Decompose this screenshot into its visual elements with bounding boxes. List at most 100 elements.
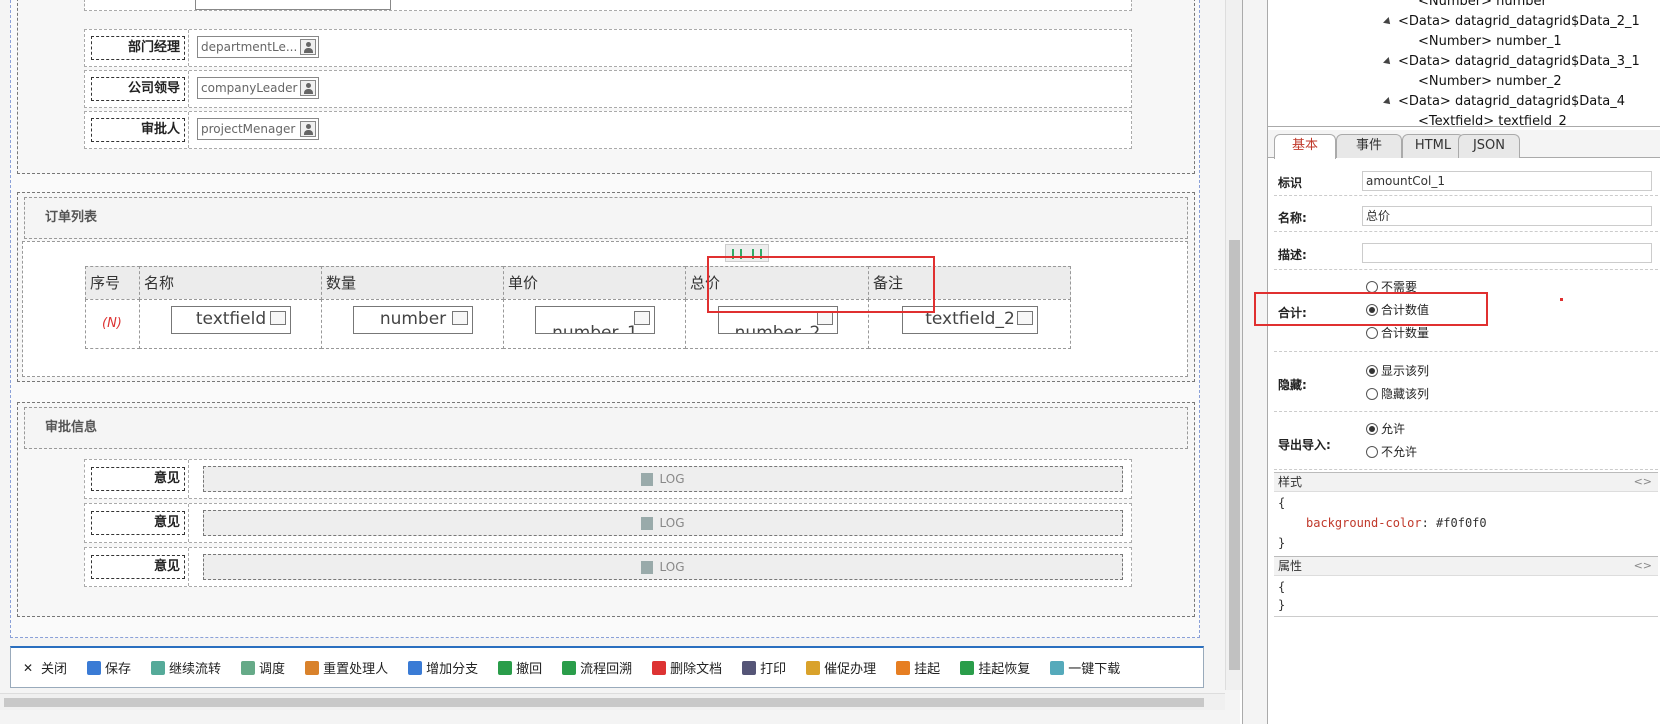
scroll-thumb[interactable] bbox=[1229, 240, 1240, 670]
tree-node-label: <Textfield> textfield_2 bbox=[1418, 114, 1567, 127]
radio-button[interactable] bbox=[1366, 446, 1378, 458]
radio-button[interactable] bbox=[1366, 365, 1378, 377]
log-field[interactable]: LOG bbox=[203, 510, 1123, 536]
prop-name-input[interactable]: 总价 bbox=[1362, 206, 1652, 226]
print-button[interactable]: 打印 bbox=[742, 658, 786, 677]
field-name: textfield bbox=[195, 309, 267, 329]
field-widget[interactable]: number_1 bbox=[535, 306, 655, 334]
close-button[interactable]: ✕ 关闭 bbox=[23, 658, 67, 678]
button-label: 打印 bbox=[760, 662, 787, 677]
style-box-header[interactable]: 样式 <> bbox=[1274, 472, 1658, 492]
urge-icon bbox=[806, 660, 821, 675]
column-header-label: 单价 bbox=[508, 274, 539, 292]
radio-option[interactable]: 合计数量 bbox=[1366, 324, 1429, 341]
dispatch-button[interactable]: 调度 bbox=[241, 658, 285, 677]
radio-option[interactable]: 显示该列 bbox=[1366, 362, 1429, 379]
prop-id-label: 标识 bbox=[1278, 176, 1303, 190]
radio-option[interactable]: 允许 bbox=[1366, 420, 1405, 437]
field-name: number_2 bbox=[734, 323, 821, 334]
radio-button[interactable] bbox=[1366, 388, 1378, 400]
field-type-icon bbox=[452, 311, 468, 325]
section-title: 审批信息 bbox=[45, 420, 98, 435]
attr-box-header[interactable]: 属性 <> bbox=[1274, 556, 1658, 576]
download-icon bbox=[1050, 660, 1065, 675]
radio-button[interactable] bbox=[1366, 423, 1378, 435]
log-field[interactable]: LOG bbox=[203, 466, 1123, 492]
partial-input[interactable] bbox=[195, 0, 391, 10]
tab-json[interactable]: JSON bbox=[1458, 134, 1520, 158]
field-widget[interactable]: number bbox=[353, 306, 473, 334]
radio-option[interactable]: 隐藏该列 bbox=[1366, 385, 1429, 402]
button-label: 挂起 bbox=[914, 662, 941, 677]
grid-cell[interactable]: (N) bbox=[85, 299, 140, 349]
grid-cell[interactable]: textfield bbox=[139, 299, 322, 349]
prop-desc-input[interactable] bbox=[1362, 243, 1652, 263]
grid-cell[interactable]: number_1 bbox=[503, 299, 686, 349]
form-designer: 部门经理 departmentLe... 公司领导 companyLeader 审批人 p… bbox=[0, 0, 1242, 724]
user-icon[interactable] bbox=[300, 121, 316, 137]
datagrid[interactable]: 序号 名称 数量 单价 总价 备注 (N) textfield number number_1 nu… bbox=[22, 241, 1188, 377]
delete-button[interactable]: 删除文档 bbox=[652, 658, 722, 677]
collapse-arrow-icon[interactable] bbox=[1383, 16, 1393, 27]
tree-node-label: <Number> number bbox=[1418, 0, 1547, 9]
tree-node[interactable]: <Textfield> textfield_2 bbox=[1418, 114, 1567, 127]
field-row: 审批人 projectMenager bbox=[84, 111, 1132, 149]
expand-code-icon[interactable]: <> bbox=[1634, 473, 1652, 491]
column-header[interactable]: 单价 bbox=[503, 266, 686, 300]
column-header[interactable]: 名称 bbox=[139, 266, 322, 300]
branch-button[interactable]: 增加分支 bbox=[408, 658, 478, 677]
tree-node-label: <Data> datagrid_datagrid$Data_3_1 bbox=[1398, 54, 1640, 69]
reset-handler-icon bbox=[305, 660, 320, 675]
field-row: 公司领导 companyLeader bbox=[84, 70, 1132, 108]
button-label: 增加分支 bbox=[426, 662, 479, 677]
tab-基本[interactable]: 基本 bbox=[1274, 134, 1336, 159]
download-button[interactable]: 一键下载 bbox=[1050, 658, 1120, 677]
vertical-scrollbar[interactable] bbox=[1225, 0, 1242, 690]
radio-button[interactable] bbox=[1366, 327, 1378, 339]
scroll-thumb[interactable] bbox=[4, 698, 1204, 707]
urge-button[interactable]: 催促办理 bbox=[806, 658, 876, 677]
tree-node[interactable]: <Number> number_1 bbox=[1418, 34, 1562, 49]
user-select-input[interactable]: companyLeader bbox=[197, 77, 319, 99]
log-field[interactable]: LOG bbox=[203, 554, 1123, 580]
style-declaration[interactable]: background-color: #f0f0f0 bbox=[1306, 516, 1487, 530]
user-icon[interactable] bbox=[300, 80, 316, 96]
field-label: 意见 bbox=[91, 467, 185, 491]
column-header[interactable]: 序号 bbox=[85, 266, 140, 300]
tree-node[interactable]: <Data> datagrid_datagrid$Data_4 bbox=[1383, 94, 1625, 109]
collapse-arrow-icon[interactable] bbox=[1383, 96, 1393, 107]
tab-label: 基本 bbox=[1291, 138, 1318, 153]
field-label: 审批人 bbox=[91, 118, 185, 142]
forward-button[interactable]: 继续流转 bbox=[151, 658, 221, 677]
row-index: (N) bbox=[102, 316, 122, 331]
column-header-label: 名称 bbox=[144, 274, 175, 292]
user-select-input[interactable]: projectMenager bbox=[197, 118, 319, 140]
resume-button[interactable]: 挂起恢复 bbox=[960, 658, 1030, 677]
prop-name-row: 名称: 总价 bbox=[1274, 200, 1658, 232]
collapse-arrow-icon[interactable] bbox=[1383, 56, 1393, 67]
tree-node[interactable]: <Number> number bbox=[1418, 0, 1547, 9]
user-select-input[interactable]: departmentLe... bbox=[197, 36, 319, 58]
grid-cell[interactable]: number bbox=[321, 299, 504, 349]
field-row-partial bbox=[84, 0, 1132, 11]
radio-option[interactable]: 不允许 bbox=[1366, 443, 1417, 460]
tab-html[interactable]: HTML bbox=[1402, 134, 1464, 158]
save-button[interactable]: 保存 bbox=[87, 658, 131, 677]
prop-id-input[interactable]: amountCol_1 bbox=[1362, 171, 1652, 191]
horizontal-scrollbar[interactable] bbox=[0, 693, 1225, 710]
tree-node[interactable]: <Data> datagrid_datagrid$Data_3_1 bbox=[1383, 54, 1640, 69]
reset-handler-button[interactable]: 重置处理人 bbox=[305, 658, 388, 677]
trace-button[interactable]: 流程回溯 bbox=[562, 658, 632, 677]
tab-事件[interactable]: 事件 bbox=[1336, 134, 1402, 158]
delete-icon bbox=[652, 660, 667, 675]
suspend-button[interactable]: 挂起 bbox=[896, 658, 940, 677]
tree-node[interactable]: <Data> datagrid_datagrid$Data_2_1 bbox=[1383, 14, 1640, 29]
field-label: 部门经理 bbox=[91, 36, 185, 60]
tree-node[interactable]: <Number> number_2 bbox=[1418, 74, 1562, 89]
field-widget[interactable]: textfield bbox=[171, 306, 291, 334]
column-header[interactable]: 数量 bbox=[321, 266, 504, 300]
expand-code-icon[interactable]: <> bbox=[1634, 557, 1652, 575]
panel-splitter[interactable] bbox=[1242, 0, 1268, 724]
undo-button[interactable]: 撤回 bbox=[498, 658, 542, 677]
user-icon[interactable] bbox=[300, 39, 316, 55]
